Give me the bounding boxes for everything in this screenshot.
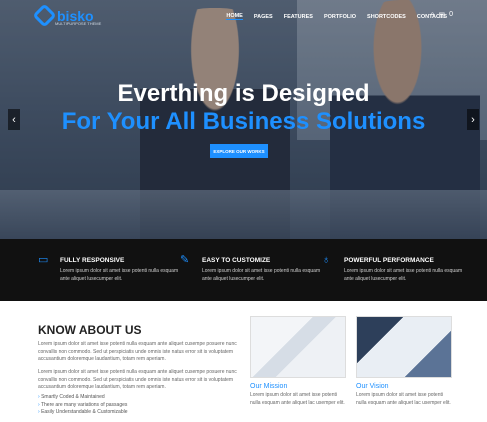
list-item: There are many variations of passages <box>38 402 128 410</box>
bulb-icon: ♁ <box>322 254 331 266</box>
mission-title[interactable]: Our Mission <box>250 383 346 390</box>
main-menu: HOME PAGES FEATURES PORTFOLIO SHORTCODES… <box>226 13 447 20</box>
mission-image <box>250 316 346 378</box>
list-item: Easily Understandable & Customizable <box>38 409 127 417</box>
about-paragraph-2: Lorem ipsum dolor sit amet isse potenti … <box>38 369 237 391</box>
feature-title: POWERFUL PERFORMANCE <box>344 257 434 264</box>
logo-tagline: MULTIPURPOSE THEME <box>55 21 102 26</box>
about-paragraph-1: Lorem ipsum dolor sit amet isse potenti … <box>38 341 237 363</box>
features-bar: ▭ FULLY RESPONSIVE Lorem ipsum dolor sit… <box>0 239 487 301</box>
monitor-icon: ▭ <box>38 254 49 266</box>
top-navigation: bisko MULTIPURPOSE THEME HOME PAGES FEAT… <box>0 0 487 36</box>
vision-image <box>356 316 452 378</box>
slider-next-button[interactable]: › <box>467 109 479 130</box>
vision-card: Our Vision Lorem ipsum dolor sit amet is… <box>356 316 452 407</box>
feature-text: Lorem ipsum dolor sit amet isse potenti … <box>202 268 321 282</box>
nav-portfolio[interactable]: PORTFOLIO <box>324 14 356 20</box>
feature-title: FULLY RESPONSIVE <box>60 257 125 264</box>
vision-title[interactable]: Our Vision <box>356 383 452 390</box>
cart-count: 0 <box>449 11 453 18</box>
edit-icon: ✎ <box>180 254 190 266</box>
hero-subtitle: For Your All Business Solutions <box>61 108 426 135</box>
mission-text: Lorem ipsum dolor sit amet isse potenti … <box>250 392 345 406</box>
logo-text: bisko <box>57 7 94 24</box>
mission-card: Our Mission Lorem ipsum dolor sit amet i… <box>250 316 346 407</box>
explore-works-button[interactable]: EXPLORE OUR WORKS <box>210 144 268 158</box>
nav-home[interactable]: HOME <box>226 13 243 20</box>
search-icon[interactable]: ⌕ <box>431 11 435 19</box>
cart-icon[interactable]: ▤ <box>438 11 445 19</box>
feature-title: EASY TO CUSTOMIZE <box>202 257 271 264</box>
logo-mark-icon <box>32 3 57 28</box>
hero-title: Everthing is Designed <box>117 80 370 107</box>
nav-pages[interactable]: PAGES <box>254 14 273 20</box>
about-title: KNOW ABOUT US <box>38 323 142 337</box>
feature-text: Lorem ipsum dolor sit amet isse potenti … <box>344 268 463 282</box>
feature-text: Lorem ipsum dolor sit amet isse potenti … <box>60 268 179 282</box>
vision-text: Lorem ipsum dolor sit amet isse potenti … <box>356 392 451 406</box>
site-logo[interactable]: bisko MULTIPURPOSE THEME <box>32 3 101 28</box>
slider-prev-button[interactable]: ‹ <box>8 109 20 130</box>
list-item: Smartly Coded & Maintained <box>38 394 128 402</box>
nav-features[interactable]: FEATURES <box>284 14 313 20</box>
hero-slider: bisko MULTIPURPOSE THEME HOME PAGES FEAT… <box>0 0 487 239</box>
nav-shortcodes[interactable]: SHORTCODES <box>367 14 406 20</box>
about-list: Smartly Coded & Maintained There are man… <box>38 394 128 417</box>
nav-icons: ⌕ ▤ 0 <box>431 11 453 19</box>
